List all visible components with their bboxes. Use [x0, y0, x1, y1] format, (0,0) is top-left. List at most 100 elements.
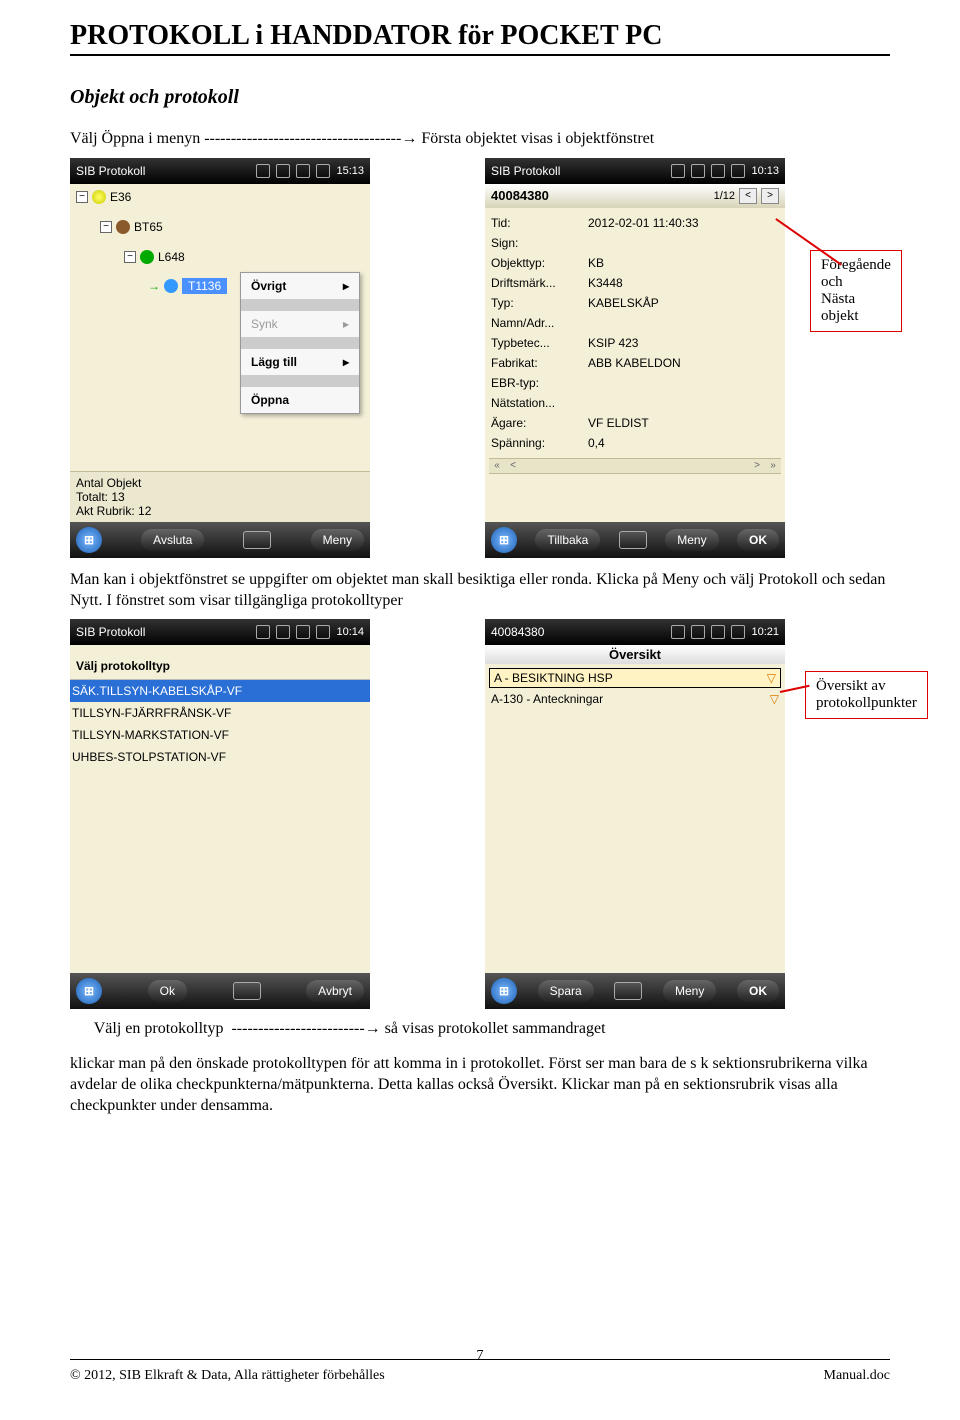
avsluta-button[interactable]: Avsluta	[141, 529, 204, 551]
screenshot-object-details: SIB Protokoll 10:13 40084380 1/12 < > Ti…	[485, 158, 785, 558]
avbryt-button[interactable]: Avbryt	[306, 980, 364, 1002]
pager: 1/12 < >	[714, 188, 779, 204]
menu-item-oppna[interactable]: Öppna	[241, 387, 359, 413]
menu-item-lagg-till[interactable]: Lägg till▸	[241, 349, 359, 375]
battery-icon	[731, 164, 745, 178]
collapse-icon[interactable]: −	[124, 251, 136, 263]
arrow-icon: →	[148, 279, 160, 293]
footer-filename: Manual.doc	[824, 1368, 890, 1384]
ok-button[interactable]: OK	[737, 980, 779, 1002]
app-title: SIB Protokoll	[76, 164, 145, 178]
keyboard-icon[interactable]	[619, 531, 647, 549]
para-2: Man kan i objektfönstret se uppgifter om…	[70, 570, 890, 612]
context-menu: Övrigt▸ Synk▸ Lägg till▸ Öppna	[240, 272, 360, 414]
spara-button[interactable]: Spara	[538, 980, 594, 1002]
protocol-type-item[interactable]: TILLSYN-FJÄRRFRÅNSK-VF	[70, 702, 370, 724]
section-label: A - BESIKTNING HSP	[494, 671, 613, 685]
para-4: klickar man på den önskade protokolltype…	[70, 1054, 890, 1116]
volume-icon	[296, 625, 310, 639]
funnel-icon[interactable]: ▽	[767, 671, 776, 685]
meny-button[interactable]: Meny	[665, 529, 718, 551]
section-label: A-130 - Anteckningar	[491, 692, 603, 706]
app-title: SIB Protokoll	[76, 625, 145, 639]
screenshot-protocol-types: SIB Protokoll 10:14 Välj protokolltyp SÄ…	[70, 619, 370, 1009]
tillbaka-button[interactable]: Tillbaka	[535, 529, 600, 551]
windows-icon[interactable]: ⊞	[491, 527, 517, 553]
page-footer: © 2012, SIB Elkraft & Data, Alla rättigh…	[70, 1368, 890, 1384]
tree-node-selected[interactable]: T1136	[182, 278, 227, 294]
ok-button[interactable]: OK	[737, 529, 779, 551]
app-title: SIB Protokoll	[491, 164, 560, 178]
footer-copyright: © 2012, SIB Elkraft & Data, Alla rättigh…	[70, 1368, 385, 1384]
protocol-type-item[interactable]: UHBES-STOLPSTATION-VF	[70, 746, 370, 768]
keyboard-icon[interactable]	[243, 531, 271, 549]
protocol-type-item[interactable]: SÄK.TILLSYN-KABELSKÅP-VF	[70, 680, 370, 702]
node-icon	[140, 250, 154, 264]
wifi-icon	[691, 164, 705, 178]
funnel-icon[interactable]: ▽	[770, 692, 779, 706]
screenshot-overview: 40084380 10:21 Översikt A - BESIKTNING H…	[485, 619, 785, 1009]
battery-icon	[731, 625, 745, 639]
callout-text: Översikt av	[816, 678, 917, 695]
bottom-bar: ⊞ Tillbaka Meny OK	[485, 522, 785, 558]
meny-button[interactable]: Meny	[311, 529, 364, 551]
collapse-icon[interactable]: −	[100, 221, 112, 233]
status-bar: SIB Protokoll 15:13	[70, 158, 370, 184]
section-row[interactable]: A - BESIKTNING HSP ▽	[489, 668, 781, 688]
battery-icon	[316, 625, 330, 639]
wifi-icon	[276, 164, 290, 178]
wifi-icon	[691, 625, 705, 639]
node-icon	[92, 190, 106, 204]
section-heading: Objekt och protokoll	[70, 86, 890, 109]
tree-node[interactable]: BT65	[134, 220, 163, 234]
clock: 15:13	[336, 165, 364, 177]
scrollbar[interactable]: «<>»	[489, 458, 781, 474]
details-panel: Tid:2012-02-01 11:40:33 Sign: Objekttyp:…	[485, 208, 785, 522]
callout-overview: Översikt av protokollpunkter	[805, 671, 928, 719]
meny-button[interactable]: Meny	[663, 980, 716, 1002]
windows-icon[interactable]: ⊞	[491, 978, 517, 1004]
choose-type-heading: Välj protokolltyp	[70, 645, 370, 679]
next-button[interactable]: >	[761, 188, 779, 204]
para-1: Välj Öppna i menyn ---------------------…	[70, 129, 890, 150]
arrow-icon: →	[401, 130, 417, 147]
keyboard-icon[interactable]	[233, 982, 261, 1000]
volume-icon	[296, 164, 310, 178]
signal-icon	[671, 164, 685, 178]
wifi-icon	[276, 625, 290, 639]
chevron-right-icon: ▸	[343, 279, 349, 293]
battery-icon	[316, 164, 330, 178]
para-1-post: Första objektet visas i objektfönstret	[417, 130, 654, 147]
status-line: Antal Objekt	[76, 476, 364, 490]
tree-node[interactable]: L648	[158, 250, 185, 264]
object-id: 40084380	[491, 188, 549, 203]
chevron-right-icon: ▸	[343, 355, 349, 369]
tree-root[interactable]: E36	[110, 190, 131, 204]
title-rule	[70, 54, 890, 56]
signal-icon	[671, 625, 685, 639]
status-bar: 40084380 10:21	[485, 619, 785, 645]
menu-item-ovrigt[interactable]: Övrigt▸	[241, 273, 359, 299]
tree-panel: − E36 − BT65 − L648 → T1136 Övrigt▸	[70, 184, 370, 522]
section-row[interactable]: A-130 - Anteckningar ▽	[487, 690, 783, 708]
collapse-icon[interactable]: −	[76, 191, 88, 203]
ok-button[interactable]: Ok	[148, 980, 187, 1002]
clock: 10:13	[751, 165, 779, 177]
object-count-panel: Antal Objekt Totalt: 13 Akt Rubrik: 12	[70, 471, 370, 522]
status-bar: SIB Protokoll 10:14	[70, 619, 370, 645]
para-3-pre: Välj en protokolltyp -------------------…	[70, 1020, 365, 1037]
menu-item-synk: Synk▸	[241, 311, 359, 337]
callout-text: Nästa objekt	[821, 291, 891, 325]
callout-text: Föregående och	[821, 257, 891, 291]
protocol-type-item[interactable]: TILLSYN-MARKSTATION-VF	[70, 724, 370, 746]
keyboard-icon[interactable]	[614, 982, 642, 1000]
node-icon	[164, 279, 178, 293]
arrow-icon: →	[365, 1020, 381, 1037]
clock: 10:21	[751, 626, 779, 638]
para-3: Välj en protokolltyp -------------------…	[70, 1019, 890, 1040]
callout-line	[776, 218, 842, 265]
windows-icon[interactable]: ⊞	[76, 978, 102, 1004]
prev-button[interactable]: <	[739, 188, 757, 204]
windows-icon[interactable]: ⊞	[76, 527, 102, 553]
signal-icon	[256, 625, 270, 639]
